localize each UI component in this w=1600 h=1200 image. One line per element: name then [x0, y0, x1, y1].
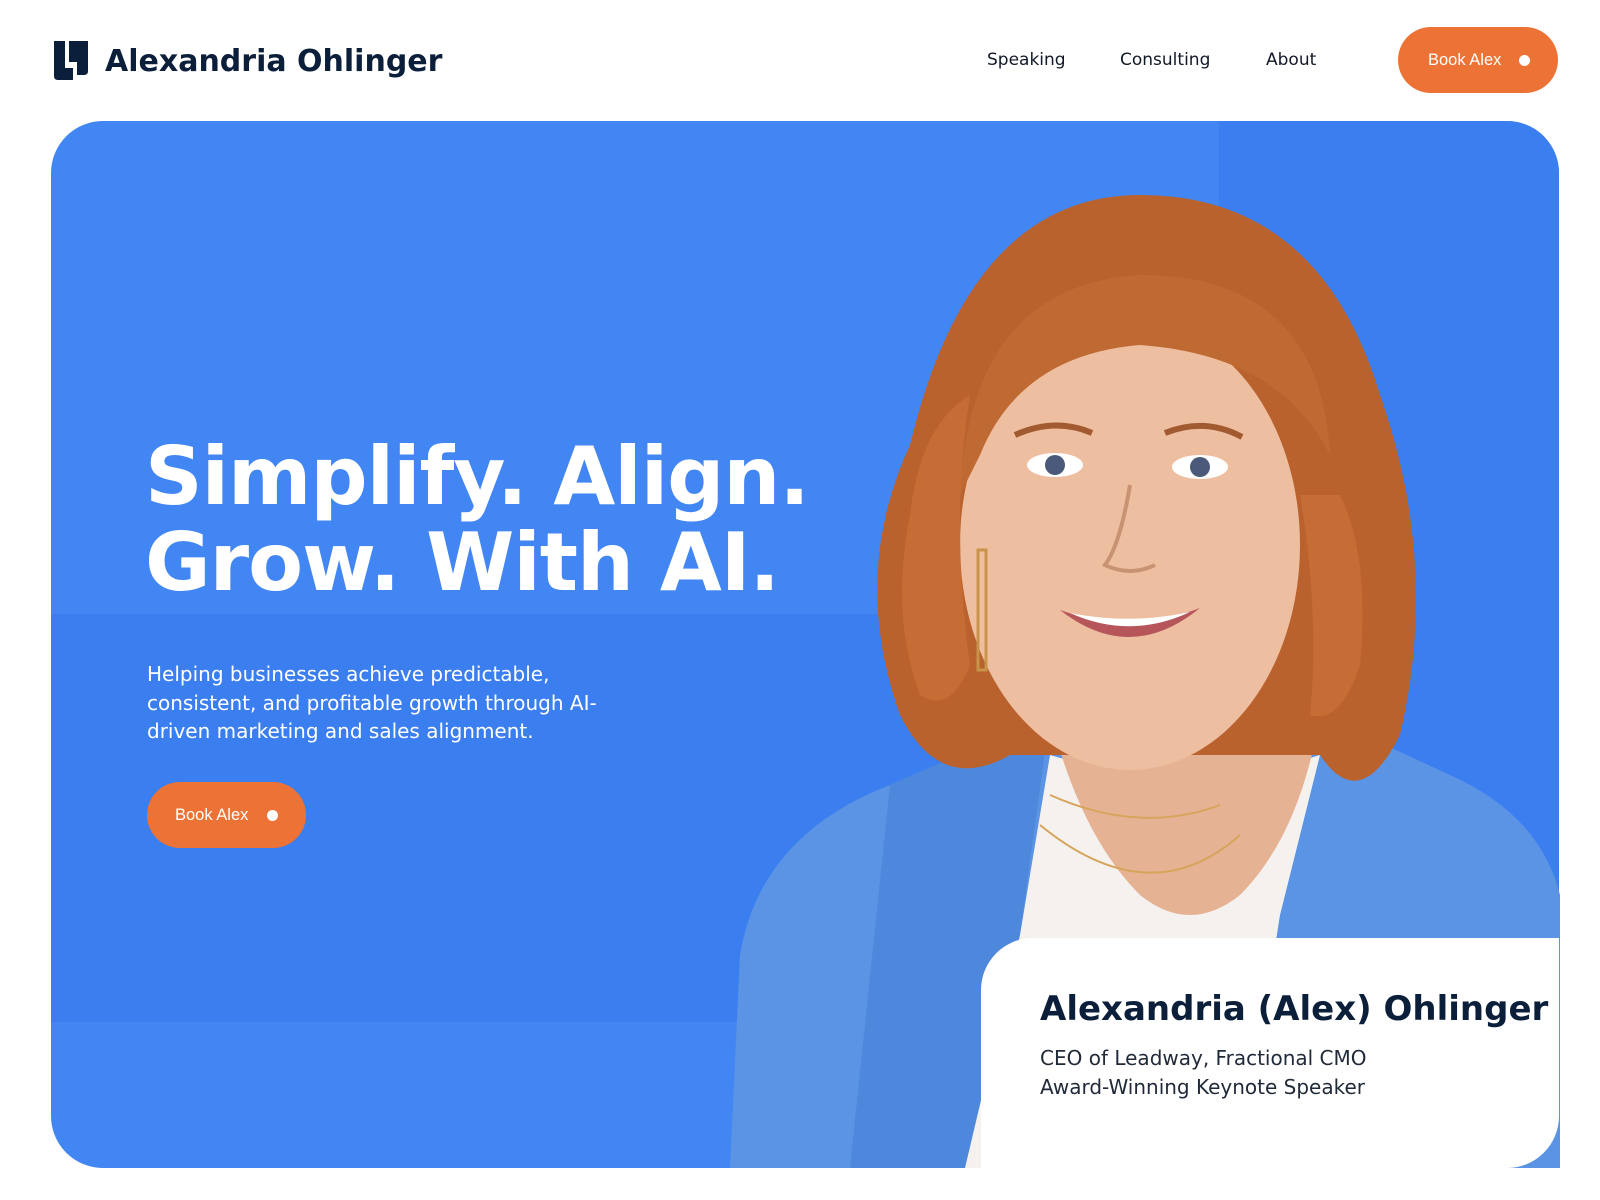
nav-speaking[interactable]: Speaking	[987, 48, 1066, 72]
hero-headline: Simplify. Align. Grow. With AI.	[145, 430, 810, 609]
book-alex-hero-label: Book Alex	[175, 805, 249, 824]
dot-icon	[1519, 55, 1530, 66]
dot-icon	[267, 810, 278, 821]
nav-consulting[interactable]: Consulting	[1120, 48, 1210, 72]
headline-line-2: Grow. With AI.	[145, 516, 780, 609]
profile-name: Alexandria (Alex) Ohlinger	[1040, 989, 1549, 1029]
book-alex-hero-button[interactable]: Book Alex	[147, 782, 306, 848]
profile-title: CEO of Leadway, Fractional CMO Award-Win…	[1040, 1044, 1559, 1102]
profile-title-line-1: CEO of Leadway, Fractional CMO	[1040, 1046, 1367, 1070]
ao-monogram-icon[interactable]	[51, 38, 91, 83]
book-alex-header-button[interactable]: Book Alex	[1398, 27, 1558, 93]
brand-name[interactable]: Alexandria Ohlinger	[105, 40, 442, 84]
profile-title-line-2: Award-Winning Keynote Speaker	[1040, 1075, 1366, 1099]
headline-line-1: Simplify. Align.	[145, 430, 810, 523]
profile-card: Alexandria (Alex) Ohlinger CEO of Leadwa…	[981, 938, 1559, 1168]
book-alex-header-label: Book Alex	[1428, 50, 1502, 69]
nav-about[interactable]: About	[1266, 48, 1316, 72]
site-header: Alexandria Ohlinger Speaking Consulting …	[0, 0, 1600, 120]
hero-subtext: Helping businesses achieve predictable, …	[147, 662, 597, 743]
